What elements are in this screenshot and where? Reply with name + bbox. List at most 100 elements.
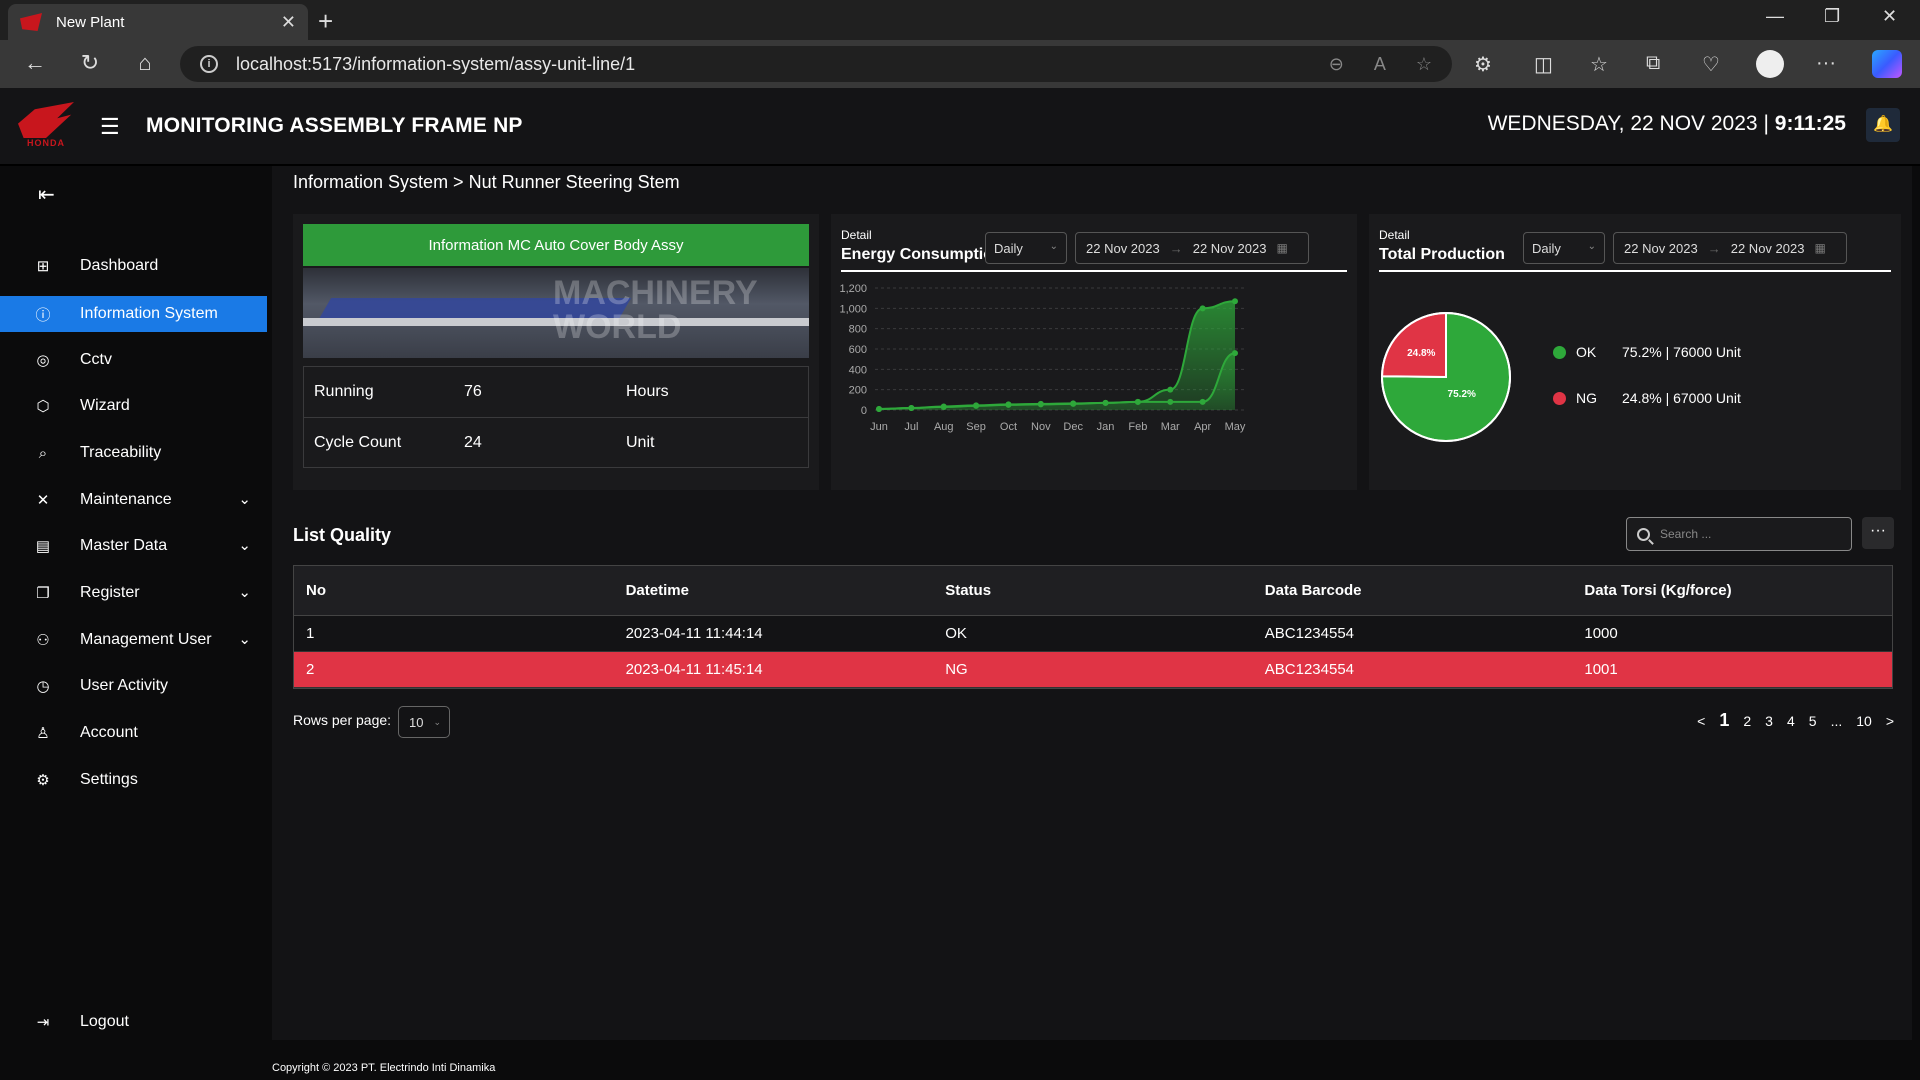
table-cell: 1 [306, 625, 315, 642]
page-10[interactable]: 10 [1856, 713, 1872, 729]
search-field[interactable] [1626, 517, 1852, 551]
hamburger-menu-icon[interactable]: ☰ [100, 114, 120, 140]
table-row[interactable]: 2 2023-04-11 11:45:14 NG ABC1234554 1001 [294, 652, 1892, 688]
tab-close-icon[interactable]: ✕ [281, 12, 296, 33]
list-quality-title: List Quality [293, 525, 392, 545]
table-cell: 1000 [1584, 625, 1618, 642]
gear-icon: ⚙ [36, 772, 50, 789]
info-unit: Unit [626, 433, 655, 451]
minimize-icon[interactable]: — [1766, 6, 1784, 27]
page-4[interactable]: 4 [1787, 713, 1795, 729]
sidebar-item-register[interactable]: ❐ Register ⌄ [0, 575, 267, 611]
page-1[interactable]: 1 [1719, 710, 1729, 731]
y-tick-label: 400 [849, 364, 867, 376]
table-row[interactable]: 1 2023-04-11 11:44:14 OK ABC1234554 1000 [294, 616, 1892, 652]
legend-ng: NG 24.8% | 67000 Unit [1553, 390, 1741, 406]
app-title: MONITORING ASSEMBLY FRAME NP [146, 114, 523, 137]
favorite-star-icon[interactable]: ☆ [1416, 54, 1432, 75]
more-options-icon[interactable]: ··· [1816, 52, 1836, 75]
performance-icon[interactable]: ♡ [1702, 52, 1720, 77]
profile-avatar[interactable] [1756, 50, 1784, 78]
honda-favicon-icon [20, 13, 42, 31]
address-bar[interactable]: i localhost:5173/information-system/assy… [180, 46, 1452, 82]
sidebar-item-management-user[interactable]: ⚇ Management User ⌄ [0, 622, 267, 658]
column-header[interactable]: No [294, 582, 614, 599]
energy-date-range[interactable]: 22 Nov 2023 → 22 Nov 2023 ▦ [1075, 232, 1309, 264]
production-period-select[interactable]: Daily ⌄ [1523, 232, 1605, 264]
x-tick-label: Mar [1161, 421, 1180, 433]
sidebar-item-information-system[interactable]: ⓘ Information System [0, 296, 267, 332]
x-tick-label: Sep [966, 421, 986, 433]
sidebar-item-account[interactable]: ♙ Account [0, 715, 267, 751]
page-3[interactable]: 3 [1765, 713, 1773, 729]
extensions-icon[interactable]: ⚙ [1474, 52, 1492, 77]
trace-icon: ⌕ [38, 444, 48, 462]
x-tick-label: Nov [1031, 421, 1051, 433]
x-tick-label: Apr [1194, 421, 1211, 433]
data-point [940, 403, 947, 410]
energy-period-select[interactable]: Daily ⌄ [985, 232, 1067, 264]
sidebar-item-user-activity[interactable]: ◷ User Activity [0, 668, 267, 704]
new-tab-icon[interactable]: + [318, 6, 333, 37]
info-row-running: Running 76 Hours [304, 367, 808, 417]
logout-icon: ⇥ [36, 1014, 50, 1031]
machine-image: MACHINERY WORLD [303, 268, 809, 358]
restore-icon[interactable]: ❐ [1824, 6, 1840, 27]
chevron-down-icon: ⌄ [238, 631, 251, 648]
page-5[interactable]: 5 [1809, 713, 1817, 729]
home-icon[interactable]: ⌂ [130, 50, 160, 76]
production-date-range[interactable]: 22 Nov 2023 → 22 Nov 2023 ▦ [1613, 232, 1847, 264]
sidebar-item-label: Dashboard [80, 257, 159, 274]
window-close-icon[interactable]: ✕ [1882, 6, 1897, 27]
collections-icon[interactable]: ⧉ [1646, 52, 1660, 75]
sidebar-item-wizard[interactable]: ⬡ Wizard [0, 388, 267, 424]
sidebar-item-label: Maintenance [80, 491, 172, 508]
date-from: 22 Nov 2023 [1086, 240, 1160, 256]
legend-name: OK [1576, 344, 1597, 360]
split-screen-icon[interactable]: ◫ [1534, 52, 1553, 77]
sidebar-item-label: Traceability [80, 444, 162, 461]
data-point [1199, 305, 1206, 312]
favorites-icon[interactable]: ☆ [1590, 52, 1608, 77]
data-point [1199, 398, 1206, 405]
logout-label: Logout [80, 1013, 129, 1030]
column-header[interactable]: Data Torsi (Kg/force) [1572, 582, 1892, 599]
notification-bell-icon[interactable]: 🔔 [1866, 108, 1900, 142]
browser-tab[interactable]: New Plant ✕ [8, 4, 308, 40]
calendar-icon: ▦ [1814, 241, 1826, 255]
sidebar-item-master-data[interactable]: ▤ Master Data ⌄ [0, 528, 267, 564]
sidebar-item-dashboard[interactable]: ⊞ Dashboard [0, 248, 267, 284]
sidebar-item-cctv[interactable]: ◎ Cctv [0, 342, 267, 378]
back-icon[interactable]: ← [20, 50, 50, 76]
sidebar-collapse-icon[interactable]: ⇤ [38, 182, 55, 207]
sidebar-item-maintenance[interactable]: ✕ Maintenance ⌄ [0, 482, 267, 518]
rows-per-page-select[interactable]: 10 ⌄ [398, 706, 450, 738]
page-prev[interactable]: < [1697, 713, 1705, 729]
camera-icon: ◎ [36, 352, 50, 369]
site-info-icon[interactable]: i [200, 55, 218, 73]
info-icon: ⓘ [35, 306, 51, 324]
search-input[interactable] [1660, 527, 1840, 541]
more-options-button[interactable]: ··· [1862, 517, 1894, 549]
sidebar-item-label: Cctv [80, 351, 112, 368]
column-header[interactable]: Status [933, 582, 1253, 599]
reload-icon[interactable]: ↻ [75, 50, 105, 76]
zoom-icon[interactable]: ⊖ [1329, 54, 1344, 75]
legend-text: 75.2% | 76000 Unit [1622, 344, 1741, 360]
sidebar-item-traceability[interactable]: ⌕ Traceability [0, 435, 267, 471]
logout-button[interactable]: ⇥ Logout [0, 1004, 267, 1040]
chevron-down-icon: ⌄ [1049, 241, 1058, 252]
total-production-card: Detail Total Production Daily ⌄ 22 Nov 2… [1369, 214, 1901, 490]
column-header[interactable]: Data Barcode [1253, 582, 1573, 599]
table-header: No Datetime Status Data Barcode Data Tor… [294, 566, 1892, 616]
sidebar-item-settings[interactable]: ⚙ Settings [0, 762, 267, 798]
quality-table: No Datetime Status Data Barcode Data Tor… [293, 565, 1893, 689]
table-cell: NG [945, 661, 968, 678]
legend-text: 24.8% | 67000 Unit [1622, 390, 1741, 406]
column-header[interactable]: Datetime [614, 582, 934, 599]
copilot-icon[interactable] [1872, 50, 1902, 78]
page-2[interactable]: 2 [1743, 713, 1751, 729]
page-next[interactable]: > [1886, 713, 1894, 729]
read-aloud-icon[interactable]: A [1374, 54, 1386, 75]
x-tick-label: Aug [934, 421, 954, 433]
